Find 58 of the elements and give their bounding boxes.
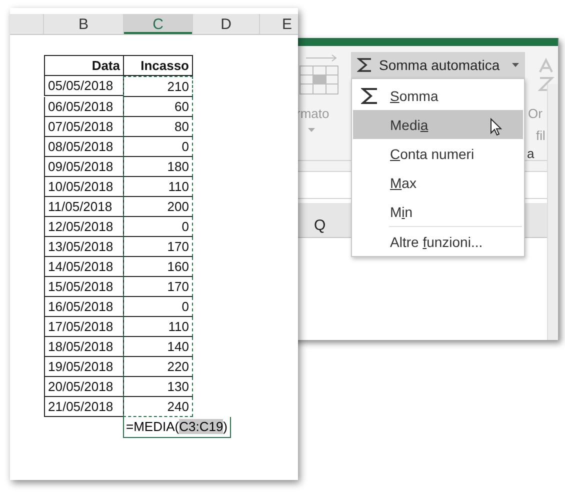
- table-cell: 09/05/2018: [44, 157, 124, 177]
- menu-item[interactable]: Conta numeri: [353, 139, 523, 168]
- table-cell: 200: [123, 197, 193, 217]
- table-cell: 17/05/2018: [44, 317, 124, 337]
- table-cell: 07/05/2018: [44, 117, 124, 137]
- table-cell: 15/05/2018: [44, 277, 124, 297]
- table-cell: 180: [123, 157, 193, 177]
- table-cell: 0: [123, 137, 193, 157]
- table-cell: 21/05/2018: [44, 397, 124, 417]
- table-cell: 240: [123, 397, 193, 417]
- column-header[interactable]: Q: [314, 217, 326, 237]
- column-header[interactable]: C: [124, 14, 193, 34]
- table-cell: 10/05/2018: [44, 177, 124, 197]
- table-cell: 16/05/2018: [44, 297, 124, 317]
- table-cell: 12/05/2018: [44, 217, 124, 237]
- table-cell: 19/05/2018: [44, 357, 124, 377]
- table-cell: 11/05/2018: [44, 197, 124, 217]
- table-cell: 06/05/2018: [44, 97, 124, 117]
- table-cell: 08/05/2018: [44, 137, 124, 157]
- table-cell: 80: [123, 117, 193, 137]
- menu-item[interactable]: Somma: [353, 81, 523, 110]
- table-cell: 110: [123, 177, 193, 197]
- autosum-button[interactable]: Somma automatica: [351, 52, 525, 78]
- formula-cell[interactable]: =MEDIA(C3:C19): [123, 417, 231, 438]
- menu-item[interactable]: Media: [353, 110, 523, 139]
- header-cell: Incasso: [124, 55, 193, 76]
- table-cell: 160: [123, 257, 193, 277]
- ribbon-label: Or: [528, 106, 542, 121]
- table-cell: 0: [123, 297, 193, 317]
- column-header[interactable]: D: [193, 14, 260, 34]
- table-cell: 170: [123, 277, 193, 297]
- sort-az-icon[interactable]: [538, 58, 556, 92]
- menu-item[interactable]: Max: [353, 168, 523, 197]
- table-cell: 140: [123, 337, 193, 357]
- ribbon-label: fil: [536, 128, 546, 143]
- table-cell: 130: [123, 377, 193, 397]
- column-header[interactable]: E: [260, 14, 298, 34]
- menu-item[interactable]: Altre funzioni...: [353, 227, 523, 256]
- table-cell: 14/05/2018: [44, 257, 124, 277]
- table-cell: 210: [123, 76, 193, 97]
- table-cell: 220: [123, 357, 193, 377]
- sigma-icon: [361, 87, 379, 105]
- table-cell: 0: [123, 217, 193, 237]
- table-cell: 20/05/2018: [44, 377, 124, 397]
- sigma-icon: [357, 57, 373, 73]
- table-cell: 18/05/2018: [44, 337, 124, 357]
- table-cell: 110: [123, 317, 193, 337]
- caret-icon: [308, 128, 315, 132]
- scroll-bar[interactable]: [547, 84, 558, 340]
- menu-item[interactable]: Min: [353, 197, 523, 226]
- ribbon-label: a: [527, 146, 534, 161]
- table-cell: 05/05/2018: [44, 76, 124, 96]
- header-cell: Data: [44, 55, 124, 76]
- mouse-cursor-icon: [490, 118, 502, 136]
- table-cell: 170: [123, 237, 193, 257]
- table-cell: 60: [123, 97, 193, 117]
- table-cell: 13/05/2018: [44, 237, 124, 257]
- caret-icon: [512, 63, 519, 67]
